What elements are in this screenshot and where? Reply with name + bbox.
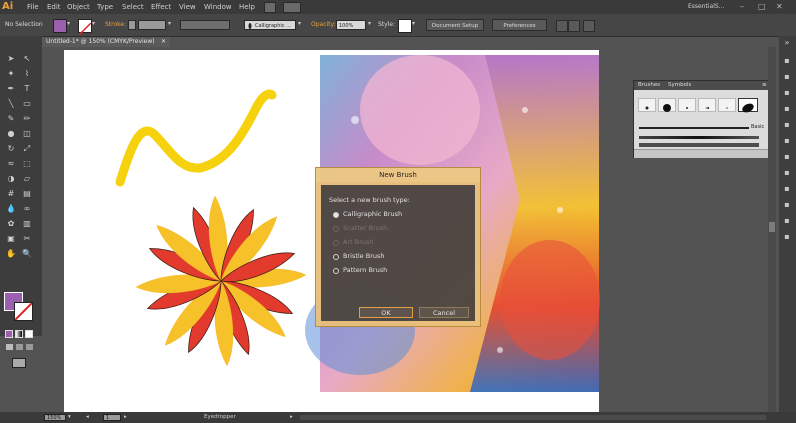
- tab-symbols[interactable]: Symbols: [668, 81, 691, 90]
- panel-footer: [634, 149, 772, 158]
- artboard-number-field[interactable]: 1: [103, 414, 121, 421]
- graphic-styles-icon[interactable]: ▪: [782, 200, 792, 210]
- layers-icon[interactable]: ▪: [782, 216, 792, 226]
- brush-swatch[interactable]: [678, 98, 696, 112]
- basic-brush-label: Basic: [751, 124, 765, 130]
- panel-dock: » ▪ ▪ ▪ ▪ ▪ ▪ ▪ ▪ ▪ ▪ ▪ ▪: [779, 36, 796, 412]
- brushes-panel-icon[interactable]: ▪: [782, 104, 792, 114]
- photo-bubble: [351, 116, 359, 124]
- panel-tab-bar: Brushes Symbols ≡: [634, 81, 772, 90]
- zoom-field[interactable]: 150%: [44, 414, 66, 421]
- ok-button[interactable]: OK: [359, 307, 413, 318]
- first-artboard-icon[interactable]: ◂: [86, 412, 89, 423]
- vertical-scrollbar[interactable]: [768, 47, 776, 412]
- status-bar: 150% ▾ ◂ 1 ▸ Eyedropper ▸: [0, 412, 796, 423]
- color-guide-icon[interactable]: ▪: [782, 72, 792, 82]
- tab-brushes[interactable]: Brushes: [638, 81, 660, 90]
- brush-swatch[interactable]: [698, 98, 716, 112]
- brush-swatch[interactable]: [658, 98, 676, 112]
- dialog-title: New Brush: [316, 168, 480, 182]
- dialog-prompt: Select a new brush type:: [329, 196, 410, 204]
- basic-brush-stroke[interactable]: [639, 127, 749, 129]
- horizontal-scrollbar[interactable]: [300, 415, 766, 420]
- swatches-icon[interactable]: ▪: [782, 88, 792, 98]
- brush-swatch-selected[interactable]: [738, 98, 758, 113]
- symbols-icon[interactable]: ▪: [782, 120, 792, 130]
- photo-bubble: [522, 107, 528, 113]
- collapse-dock-icon[interactable]: »: [782, 38, 792, 48]
- zoom-dropdown-icon[interactable]: ▾: [68, 412, 71, 423]
- transparency-icon[interactable]: ▪: [782, 168, 792, 178]
- new-brush-dialog: New Brush Select a new brush type: Calli…: [315, 167, 481, 327]
- brush-type-label[interactable]: Pattern Brush: [343, 265, 387, 275]
- appearance-icon[interactable]: ▪: [782, 184, 792, 194]
- flower-art[interactable]: [135, 195, 307, 367]
- brush-type-radio: [333, 240, 339, 246]
- brush-type-label[interactable]: Bristle Brush: [343, 251, 385, 261]
- brushes-panel: Brushes Symbols ≡ Basic: [633, 80, 773, 158]
- charcoal-brush-stroke[interactable]: [639, 143, 759, 147]
- brush-type-radio[interactable]: [333, 268, 339, 274]
- brush-type-label[interactable]: Calligraphic Brush: [343, 209, 402, 219]
- stroke-panel-icon[interactable]: ▪: [782, 136, 792, 146]
- photo-blob: [360, 55, 480, 165]
- brush-type-radio[interactable]: [333, 254, 339, 260]
- dialog-body: Select a new brush type: Calligraphic Br…: [321, 185, 475, 321]
- brush-swatch[interactable]: [718, 98, 736, 112]
- photo-blob: [500, 240, 600, 360]
- gradient-panel-icon[interactable]: ▪: [782, 152, 792, 162]
- status-menu-icon[interactable]: ▸: [290, 412, 293, 423]
- artboards-icon[interactable]: ▪: [782, 232, 792, 242]
- brush-stroke[interactable]: [115, 89, 277, 187]
- brush-swatch[interactable]: [638, 98, 656, 112]
- brush-type-radio[interactable]: [333, 212, 339, 218]
- scrollbar-thumb[interactable]: [769, 222, 775, 232]
- brush-type-label: Art Brush: [343, 238, 374, 246]
- panel-menu-icon[interactable]: ≡: [762, 81, 767, 90]
- brush-type-label: Scatter Brush: [343, 224, 388, 232]
- photo-bubble: [557, 207, 563, 213]
- photo-bubble: [497, 347, 503, 353]
- current-tool-status: Eyedropper: [204, 414, 236, 420]
- color-panel-icon[interactable]: ▪: [782, 56, 792, 66]
- brush-type-radio: [333, 226, 339, 232]
- next-artboard-icon[interactable]: ▸: [124, 412, 127, 423]
- bristle-brush-stroke[interactable]: [639, 136, 759, 139]
- cancel-button[interactable]: Cancel: [419, 307, 469, 318]
